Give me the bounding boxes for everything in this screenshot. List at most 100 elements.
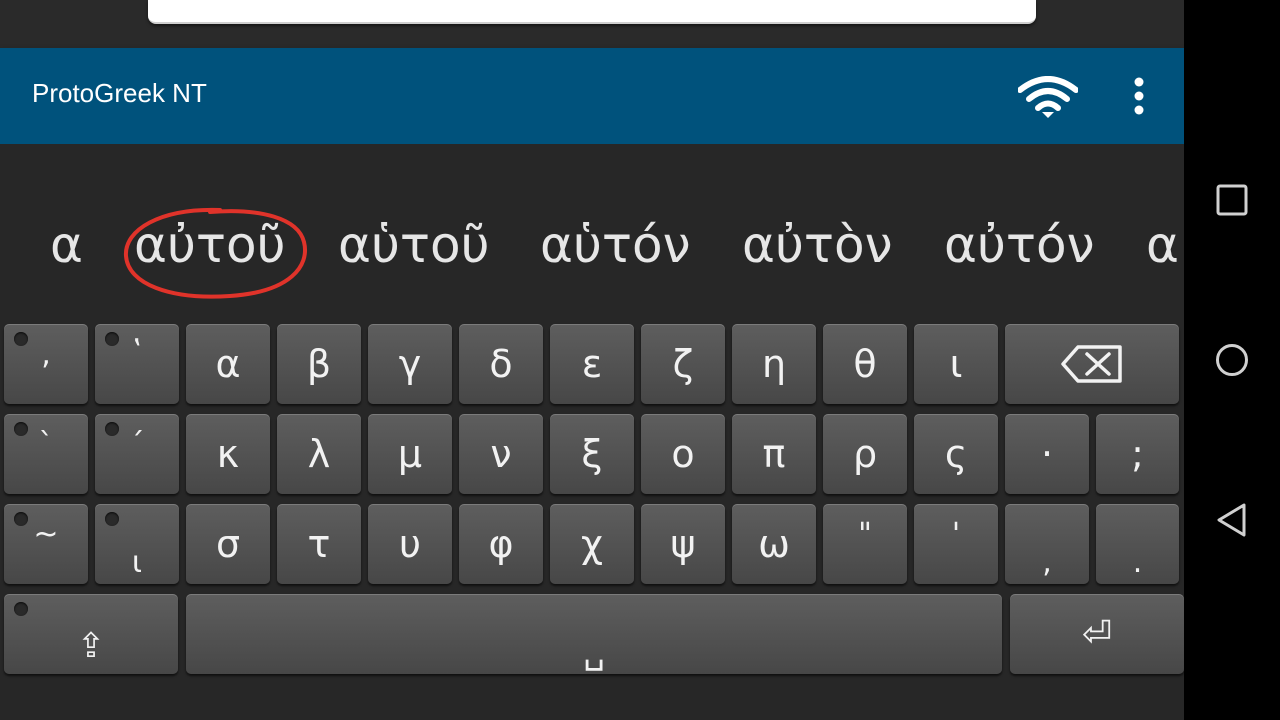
key-label: ` [38, 426, 54, 462]
space-icon: ␣ [583, 632, 605, 672]
key-label: φ [488, 522, 514, 566]
key-label: ς [944, 432, 968, 476]
key-label: ι [131, 544, 143, 580]
key-label: · [1040, 432, 1054, 476]
key[interactable]: η [732, 324, 816, 404]
key-label: " [858, 516, 872, 552]
key[interactable]: " [823, 504, 907, 584]
key[interactable]: · [1005, 414, 1089, 494]
key[interactable]: θ [823, 324, 907, 404]
key-label: η [761, 342, 787, 386]
key[interactable]: δ [459, 324, 543, 404]
keyboard: , ʽ α β γ δ ε ζ η θ ι ` ´ κ λ μ ν ξ ο π … [0, 320, 1184, 720]
enter-icon: ⏎ [1081, 613, 1113, 655]
dot-indicator [105, 332, 119, 346]
key-label: ζ [672, 342, 694, 386]
key-label: ' [951, 516, 961, 552]
key-label: κ [216, 432, 240, 476]
key[interactable]: σ [186, 504, 270, 584]
key-label: ʽ [132, 336, 142, 372]
key-label: π [762, 432, 786, 476]
shift-icon: ⇪ [76, 626, 106, 666]
key-label: δ [489, 342, 513, 386]
back-icon[interactable] [1214, 502, 1250, 538]
key[interactable]: ε [550, 324, 634, 404]
key[interactable]: , [4, 324, 88, 404]
key-label: ε [581, 342, 603, 386]
key[interactable]: χ [550, 504, 634, 584]
key-label: . [1132, 544, 1143, 580]
suggestion-item[interactable]: αὑτόν [540, 220, 691, 270]
key[interactable]: ο [641, 414, 725, 494]
key[interactable]: φ [459, 504, 543, 584]
key[interactable]: κ [186, 414, 270, 494]
key-label: χ [581, 522, 603, 566]
key[interactable]: α [186, 324, 270, 404]
key[interactable]: ρ [823, 414, 907, 494]
key[interactable]: ' [914, 504, 998, 584]
key[interactable]: ; [1096, 414, 1179, 494]
key[interactable]: μ [368, 414, 452, 494]
backspace-key[interactable] [1005, 324, 1179, 404]
key-label: β [306, 342, 332, 386]
key[interactable]: β [277, 324, 361, 404]
suggestion-item[interactable]: αὐτοῦ [134, 220, 286, 270]
overflow-menu-icon[interactable] [1124, 76, 1154, 116]
dot-indicator [105, 422, 119, 436]
key-label: ν [490, 432, 512, 476]
enter-key[interactable]: ⏎ [1010, 594, 1184, 674]
key[interactable]: ´ [95, 414, 179, 494]
space-key[interactable]: ␣ [186, 594, 1002, 674]
key[interactable]: , [1005, 504, 1089, 584]
suggestion-item[interactable]: αὑτοῦ [338, 220, 490, 270]
wifi-icon[interactable] [1018, 76, 1078, 118]
key[interactable]: . [1096, 504, 1179, 584]
key-label: ; [1131, 432, 1144, 476]
key-label: , [41, 336, 51, 372]
text-input-field[interactable] [148, 0, 1036, 24]
key-label: α [215, 342, 241, 386]
key[interactable]: τ [277, 504, 361, 584]
key[interactable]: ι [914, 324, 998, 404]
key-label: τ [307, 522, 331, 566]
key[interactable]: ʽ [95, 324, 179, 404]
dot-indicator [14, 512, 28, 526]
key-label: υ [399, 522, 421, 566]
key-label: σ [215, 522, 241, 566]
suggestion-item[interactable]: αὐτόν [944, 220, 1095, 270]
key[interactable]: ~ [4, 504, 88, 584]
dot-indicator [14, 332, 28, 346]
recent-apps-icon[interactable] [1214, 182, 1250, 218]
key[interactable]: γ [368, 324, 452, 404]
key-label: ψ [670, 522, 696, 566]
key-label: μ [397, 432, 423, 476]
key[interactable]: ν [459, 414, 543, 494]
key[interactable]: υ [368, 504, 452, 584]
key-label: ρ [852, 432, 878, 476]
key-label: ο [671, 432, 695, 476]
shift-key[interactable]: ⇪ [4, 594, 178, 674]
key[interactable]: λ [277, 414, 361, 494]
key[interactable]: π [732, 414, 816, 494]
suggestion-item[interactable]: α [1146, 220, 1179, 270]
backspace-icon [1061, 345, 1122, 383]
home-icon[interactable] [1214, 342, 1250, 378]
key[interactable]: ` [4, 414, 88, 494]
navigation-bar [1184, 0, 1280, 720]
suggestion-strip: α αὐτοῦ αὑτοῦ αὑτόν αὐτὸν αὐτόν α [0, 144, 1184, 320]
suggestion-item[interactable]: α [50, 220, 83, 270]
key[interactable]: ι [95, 504, 179, 584]
key-label: γ [398, 342, 422, 386]
key[interactable]: ζ [641, 324, 725, 404]
suggestion-item[interactable]: αὐτὸν [742, 220, 893, 270]
app-title: ProtoGreek NT [32, 78, 207, 108]
key-label: λ [307, 432, 331, 476]
dot-indicator [105, 512, 119, 526]
key[interactable]: ψ [641, 504, 725, 584]
key-label: ´ [129, 426, 145, 462]
key-label: ~ [33, 516, 59, 552]
key-label: ξ [581, 432, 603, 476]
key[interactable]: ξ [550, 414, 634, 494]
key[interactable]: ς [914, 414, 998, 494]
key[interactable]: ω [732, 504, 816, 584]
